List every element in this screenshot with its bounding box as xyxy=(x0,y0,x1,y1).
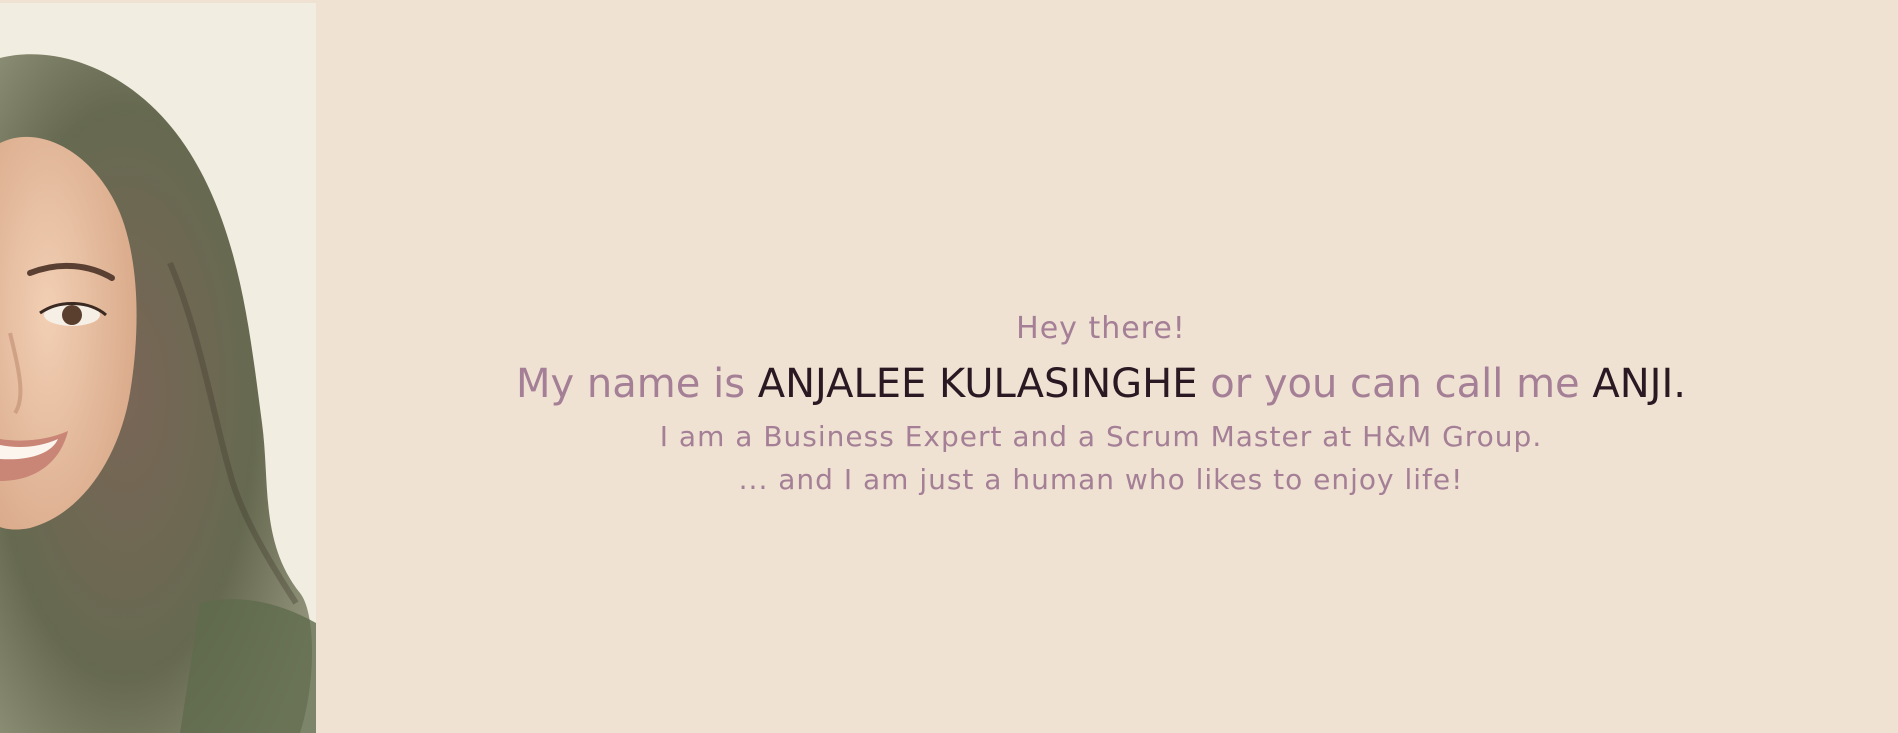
tagline-text: ... and I am just a human who likes to e… xyxy=(738,463,1464,496)
intro-section: Hey there! My name is ANJALEE KULASINGHE… xyxy=(316,0,1886,733)
name-prefix: My name is xyxy=(516,361,758,407)
greeting-text: Hey there! xyxy=(1016,311,1186,346)
nickname: ANJI. xyxy=(1592,361,1686,407)
page: Hey there! My name is ANJALEE KULASINGHE… xyxy=(0,0,1898,733)
portrait-image xyxy=(0,3,316,733)
watercolor-portrait-icon xyxy=(0,3,316,733)
full-name: ANJALEE KULASINGHE xyxy=(757,361,1198,407)
name-middle: or you can call me xyxy=(1197,361,1593,407)
role-text: I am a Business Expert and a Scrum Maste… xyxy=(659,420,1543,453)
name-line: My name is ANJALEE KULASINGHE or you can… xyxy=(316,361,1886,407)
